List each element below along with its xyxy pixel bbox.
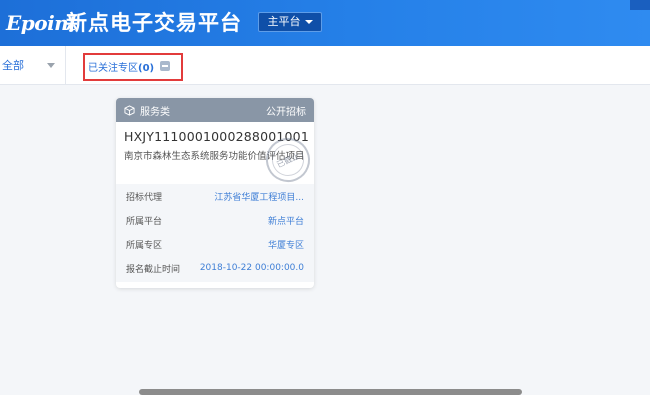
scope-select-value: 全部 (2, 59, 24, 72)
app-header: Epoint 新点电子交易平台 主平台 (0, 0, 650, 46)
detail-label: 报名截止时间 (126, 264, 181, 275)
followed-zone-label: 已关注专区(0) (88, 62, 155, 74)
detail-label: 招标代理 (126, 192, 163, 203)
detail-row: 所属专区 华厦专区 (116, 232, 314, 256)
card-header: 服务类 公开招标 (116, 98, 314, 122)
detail-value: 华厦专区 (267, 240, 304, 251)
detail-row: 报名截止时间 2018-10-22 00:00:00.0 (116, 256, 314, 280)
caret-down-icon (47, 63, 55, 68)
caret-down-icon (304, 20, 313, 24)
cube-icon (124, 104, 135, 116)
app-title: 新点电子交易平台 (66, 11, 242, 35)
detail-value: 新点平台 (267, 216, 304, 227)
detail-label: 所属专区 (126, 240, 163, 251)
card-category: 服务类 (140, 106, 170, 118)
followed-zone-tag[interactable]: 已关注专区(0) (88, 58, 171, 74)
detail-value: 江苏省华厦工程项目... (214, 192, 304, 203)
detail-row: 招标代理 江苏省华厦工程项目... (116, 184, 314, 208)
card-details: 招标代理 江苏省华厦工程项目... 所属平台 新点平台 所属专区 华厦专区 报名… (116, 184, 314, 282)
detail-value: 2018-10-22 00:00:00.0 (199, 263, 304, 273)
horizontal-scrollbar[interactable] (139, 389, 522, 395)
detail-label: 所属平台 (126, 216, 163, 227)
tender-card[interactable]: 服务类 公开招标 HXJY1110001000288001001 南京市森林生态… (116, 98, 314, 288)
header-corner (630, 0, 650, 10)
followed-zone-count: (0) (138, 62, 155, 74)
scope-select[interactable]: 全部 (0, 46, 66, 84)
detail-row: 所属平台 新点平台 (116, 208, 314, 232)
card-tender-type: 公开招标 (266, 106, 306, 118)
close-tag-icon[interactable] (160, 61, 171, 71)
platform-switch-button[interactable]: 主平台 (258, 12, 322, 32)
platform-button-label: 主平台 (267, 15, 301, 28)
